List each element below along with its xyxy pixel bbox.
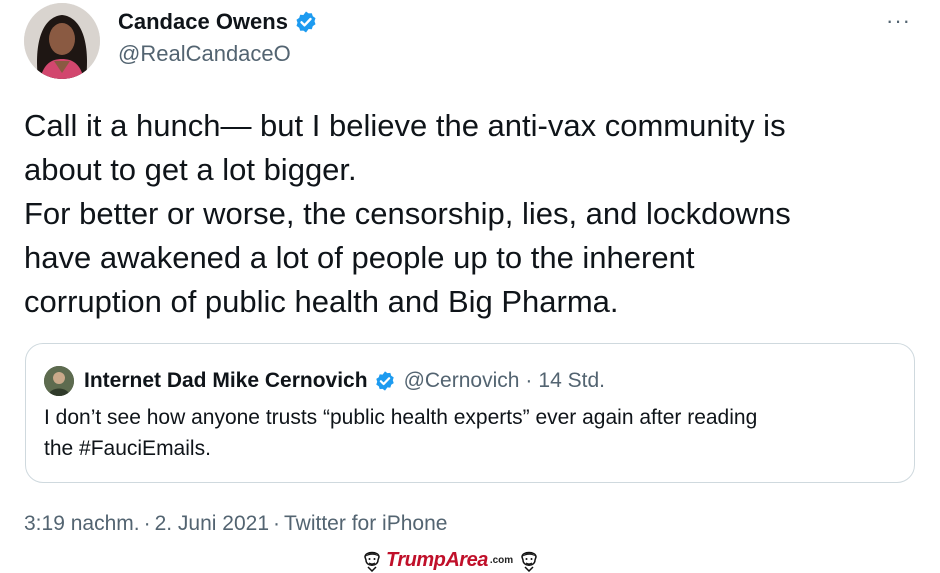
caricature-face-icon [364, 551, 380, 572]
quoted-tweet-card[interactable]: Internet Dad Mike Cernovich @Cernovich ·… [25, 343, 915, 483]
quoted-tweet-header: Internet Dad Mike Cernovich @Cernovich ·… [44, 366, 605, 396]
tweet-timestamp-link[interactable]: 3:19 nachm. · 2. Juni 2021 [24, 512, 269, 535]
separator-dot: · [525, 369, 533, 392]
quoted-author-name[interactable]: Internet Dad Mike Cernovich [84, 369, 368, 393]
tweet-source-link[interactable]: Twitter for iPhone [284, 512, 447, 535]
quoted-author-avatar[interactable] [44, 366, 74, 396]
tweet-time: 3:19 nachm. [24, 512, 140, 535]
quoted-tweet-text: I don’t see how anyone trusts “public he… [44, 402, 904, 464]
tweet-text-line: For better or worse, the censorship, lie… [24, 196, 791, 231]
author-avatar[interactable] [24, 3, 100, 79]
caricature-face-icon [521, 551, 537, 572]
profile-photo [24, 3, 100, 79]
quoted-tweet-time[interactable]: 14 Std. [538, 369, 605, 393]
tweet-text-line: Call it a hunch— but I believe the anti-… [24, 108, 786, 143]
separator-dot: · [273, 512, 281, 535]
watermark-suffix: .com [489, 554, 514, 566]
tweet-text-line: have awakened a lot of people up to the … [24, 240, 695, 275]
watermark: TrumpArea .com [360, 548, 541, 572]
watermark-text: TrumpArea [386, 548, 488, 571]
verified-badge-icon [375, 371, 394, 391]
quoted-profile-photo [44, 366, 74, 396]
separator-dot: · [143, 512, 151, 535]
tweet-date: 2. Juni 2021 [154, 512, 270, 535]
tweet-text: Call it a hunch— but I believe the anti-… [24, 104, 924, 324]
author-handle[interactable]: @RealCandaceO [118, 40, 291, 68]
author-name-row[interactable]: Candace Owens [118, 8, 318, 36]
tweet-text-line: corruption of public health and Big Phar… [24, 284, 619, 319]
quoted-author-handle[interactable]: @Cernovich [404, 369, 520, 393]
more-options-button[interactable]: ··· [886, 8, 911, 34]
author-name[interactable]: Candace Owens [118, 8, 288, 36]
quoted-tweet-text-line: I don’t see how anyone trusts “public he… [44, 406, 758, 429]
quoted-tweet-text-line: the #FauciEmails. [44, 437, 211, 460]
tweet-meta: 3:19 nachm. · 2. Juni 2021 · Twitter for iPh… [24, 512, 447, 536]
more-horizontal-icon: ··· [886, 8, 911, 33]
verified-badge-icon [296, 11, 316, 33]
tweet-text-line: about to get a lot bigger. [24, 152, 357, 187]
